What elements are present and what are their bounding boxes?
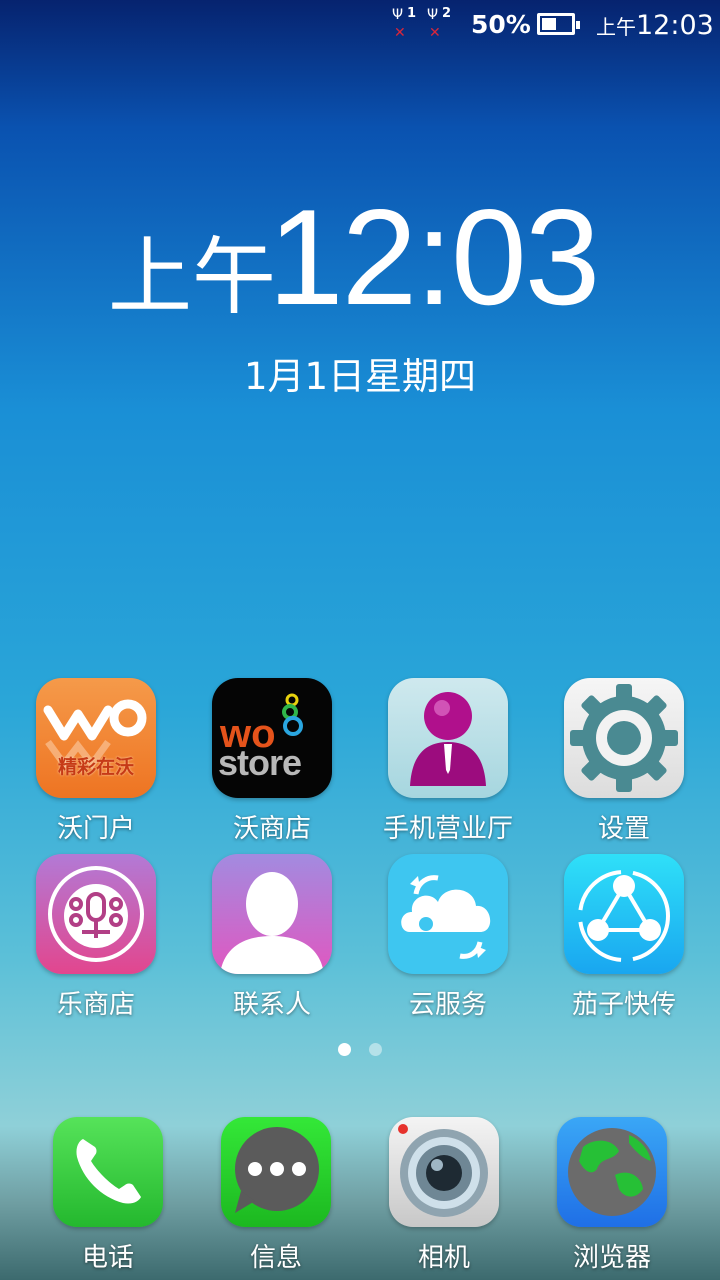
app-wo-store[interactable]: wo store 沃商店 (192, 678, 352, 845)
dock-camera[interactable]: 相机 (364, 1117, 524, 1274)
app-contacts[interactable]: 联系人 (192, 854, 352, 1021)
app-label: 相机 (417, 1243, 470, 1273)
wo-portal-icon: 精彩在沃 (36, 678, 156, 798)
app-cloud-service[interactable]: 云服务 (368, 854, 528, 1021)
app-label: 浏览器 (572, 1243, 651, 1273)
clock-ampm: 上午 (108, 228, 277, 326)
contacts-icon (212, 854, 332, 974)
mobile-service-hall-icon (388, 678, 508, 798)
app-label: 茄子快传 (571, 990, 676, 1020)
status-time: 上午12:03 (596, 10, 714, 41)
page-dot-1[interactable] (338, 1043, 351, 1056)
app-label: 信息 (249, 1243, 302, 1273)
dock-browser[interactable]: 浏览器 (532, 1117, 692, 1274)
app-label: 沃商店 (232, 814, 311, 844)
status-time-value: 12:03 (636, 10, 714, 41)
camera-icon (389, 1117, 499, 1227)
message-icon (221, 1117, 331, 1227)
le-store-icon (36, 854, 156, 974)
app-label: 沃门户 (56, 814, 135, 844)
sim2-number: 2 (442, 6, 452, 21)
app-settings[interactable]: 设置 (544, 678, 704, 845)
app-mobile-service-hall[interactable]: 手机营业厅 (368, 678, 528, 845)
share-transfer-icon (564, 854, 684, 974)
wo-store-icon-bottom: store (218, 742, 302, 783)
app-share-transfer[interactable]: 茄子快传 (544, 854, 704, 1021)
app-label: 乐商店 (56, 990, 135, 1020)
sim2-signal-icon: Ψ2 ✕ (427, 6, 452, 41)
app-wo-portal[interactable]: 精彩在沃 沃门户 (16, 678, 176, 845)
wo-portal-icon-text: 精彩在沃 (57, 756, 134, 778)
app-le-store[interactable]: 乐商店 (16, 854, 176, 1021)
dock-phone[interactable]: 电话 (28, 1117, 188, 1274)
sim1-signal-icon: Ψ1 ✕ (392, 6, 417, 41)
status-time-ampm: 上午 (596, 15, 636, 39)
clock-widget[interactable]: 上午 12:03 (108, 182, 648, 332)
app-label: 电话 (81, 1243, 134, 1273)
app-label: 云服务 (408, 990, 487, 1020)
battery-percent: 50% (471, 10, 531, 39)
app-label: 设置 (597, 814, 650, 844)
gear-icon (564, 678, 684, 798)
phone-icon (53, 1117, 163, 1227)
status-bar[interactable]: Ψ1 ✕ Ψ2 ✕ 50% 上午12:03 (0, 0, 720, 50)
clock-date: 1月1日星期四 (243, 355, 477, 398)
page-dot-2[interactable] (369, 1043, 382, 1056)
wo-store-icon: wo store (212, 678, 332, 798)
dock-messages[interactable]: 信息 (196, 1117, 356, 1274)
browser-globe-icon (557, 1117, 667, 1227)
battery-fill (542, 18, 556, 30)
app-label: 手机营业厅 (382, 814, 513, 844)
app-label: 联系人 (232, 990, 311, 1020)
sim1-number: 1 (407, 6, 417, 21)
battery-icon (537, 13, 580, 35)
page-indicator[interactable] (0, 1041, 720, 1060)
cloud-sync-icon (388, 854, 508, 974)
clock-time: 12:03 (268, 181, 600, 333)
